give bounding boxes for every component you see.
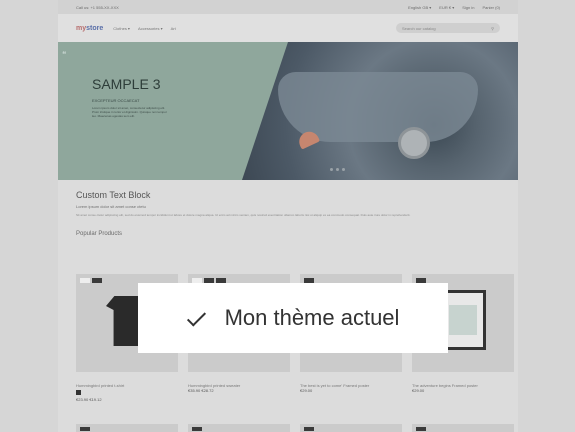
product-info: Hummingbird printed t-shirt €23.90 €19.1… <box>76 383 178 402</box>
store-logo[interactable]: mystore <box>76 25 103 32</box>
nav-item-clothes[interactable]: Clothes ▾ <box>113 26 130 31</box>
nav-item-accessories[interactable]: Accessories ▾ <box>138 26 163 31</box>
contact-text: Call us: +1 555-XX-XXX <box>76 4 119 10</box>
top-bar: Call us: +1 555-XX-XXX English GB ▾ EUR … <box>58 0 518 14</box>
product-info: The adventure begins Framed poster €29.0… <box>412 383 514 402</box>
search-input[interactable]: Search our catalog ⚲ <box>396 23 500 33</box>
search-icon: ⚲ <box>491 25 494 31</box>
hero-slider[interactable]: ❝ SAMPLE 3 EXCEPTEUR OCCAECAT Lorem ipsu… <box>58 42 518 180</box>
popular-products-heading: Popular Products <box>76 231 123 237</box>
color-swatch[interactable] <box>76 390 81 395</box>
language-selector[interactable]: English GB ▾ <box>408 5 431 10</box>
hero-text: Lorem ipsum dolor sit amet, consectetur … <box>92 106 167 118</box>
product-price: €29.00 <box>300 388 313 393</box>
product-price: €29.00 <box>412 388 425 393</box>
current-theme-badge: Mon thème actuel <box>138 283 448 353</box>
product-info: The best is yet to come' Framed poster €… <box>300 383 402 402</box>
product-grid-second-row <box>76 424 514 432</box>
hero-button-pin <box>398 127 430 159</box>
logo-part-a: my <box>76 24 87 32</box>
nav-menu: Clothes ▾ Accessories ▾ Art <box>113 26 176 31</box>
product-info: Hummingbird printed sweater €35.90 €28.7… <box>188 383 290 402</box>
theme-preview: Call us: +1 555-XX-XXX English GB ▾ EUR … <box>58 0 518 432</box>
product-captions: Hummingbird printed t-shirt €23.90 €19.1… <box>76 380 514 402</box>
nav-item-art[interactable]: Art <box>171 26 176 31</box>
hero-subtitle: EXCEPTEUR OCCAECAT <box>92 98 140 103</box>
screenshot-frame: Call us: +1 555-XX-XXX English GB ▾ EUR … <box>0 0 575 432</box>
block-text: Sit amet conse ctetur adipiscing elit, s… <box>76 213 411 217</box>
product-flags <box>80 278 102 283</box>
cart-link[interactable]: Panier (0) <box>482 5 500 10</box>
product-price: €23.90 €19.12 <box>76 397 102 402</box>
signin-link[interactable]: Sign in <box>462 5 474 10</box>
main-nav: mystore Clothes ▾ Accessories ▾ Art Sear… <box>58 14 518 42</box>
product-card[interactable] <box>188 424 290 432</box>
product-card[interactable] <box>76 424 178 432</box>
search-placeholder: Search our catalog <box>402 25 436 31</box>
custom-text-block: Custom Text Block Lorem ipsum dolor sit … <box>76 190 506 237</box>
block-title: Custom Text Block <box>76 190 151 200</box>
logo-part-b: store <box>86 24 104 32</box>
slider-dots[interactable] <box>330 168 345 171</box>
block-subtitle: Lorem ipsum dolor sit amet conse ctetu <box>76 204 146 209</box>
product-price: €35.90 €28.72 <box>188 388 214 393</box>
quote-icon: ❝ <box>62 50 67 59</box>
product-name[interactable]: Hummingbird printed t-shirt <box>76 383 178 388</box>
check-icon <box>187 306 211 330</box>
product-card[interactable] <box>412 424 514 432</box>
currency-selector[interactable]: EUR € ▾ <box>439 5 454 10</box>
product-card[interactable] <box>300 424 402 432</box>
top-bar-right: English GB ▾ EUR € ▾ Sign in Panier (0) <box>408 5 500 10</box>
current-theme-label: Mon thème actuel <box>224 305 400 330</box>
hero-title: SAMPLE 3 <box>92 76 161 92</box>
